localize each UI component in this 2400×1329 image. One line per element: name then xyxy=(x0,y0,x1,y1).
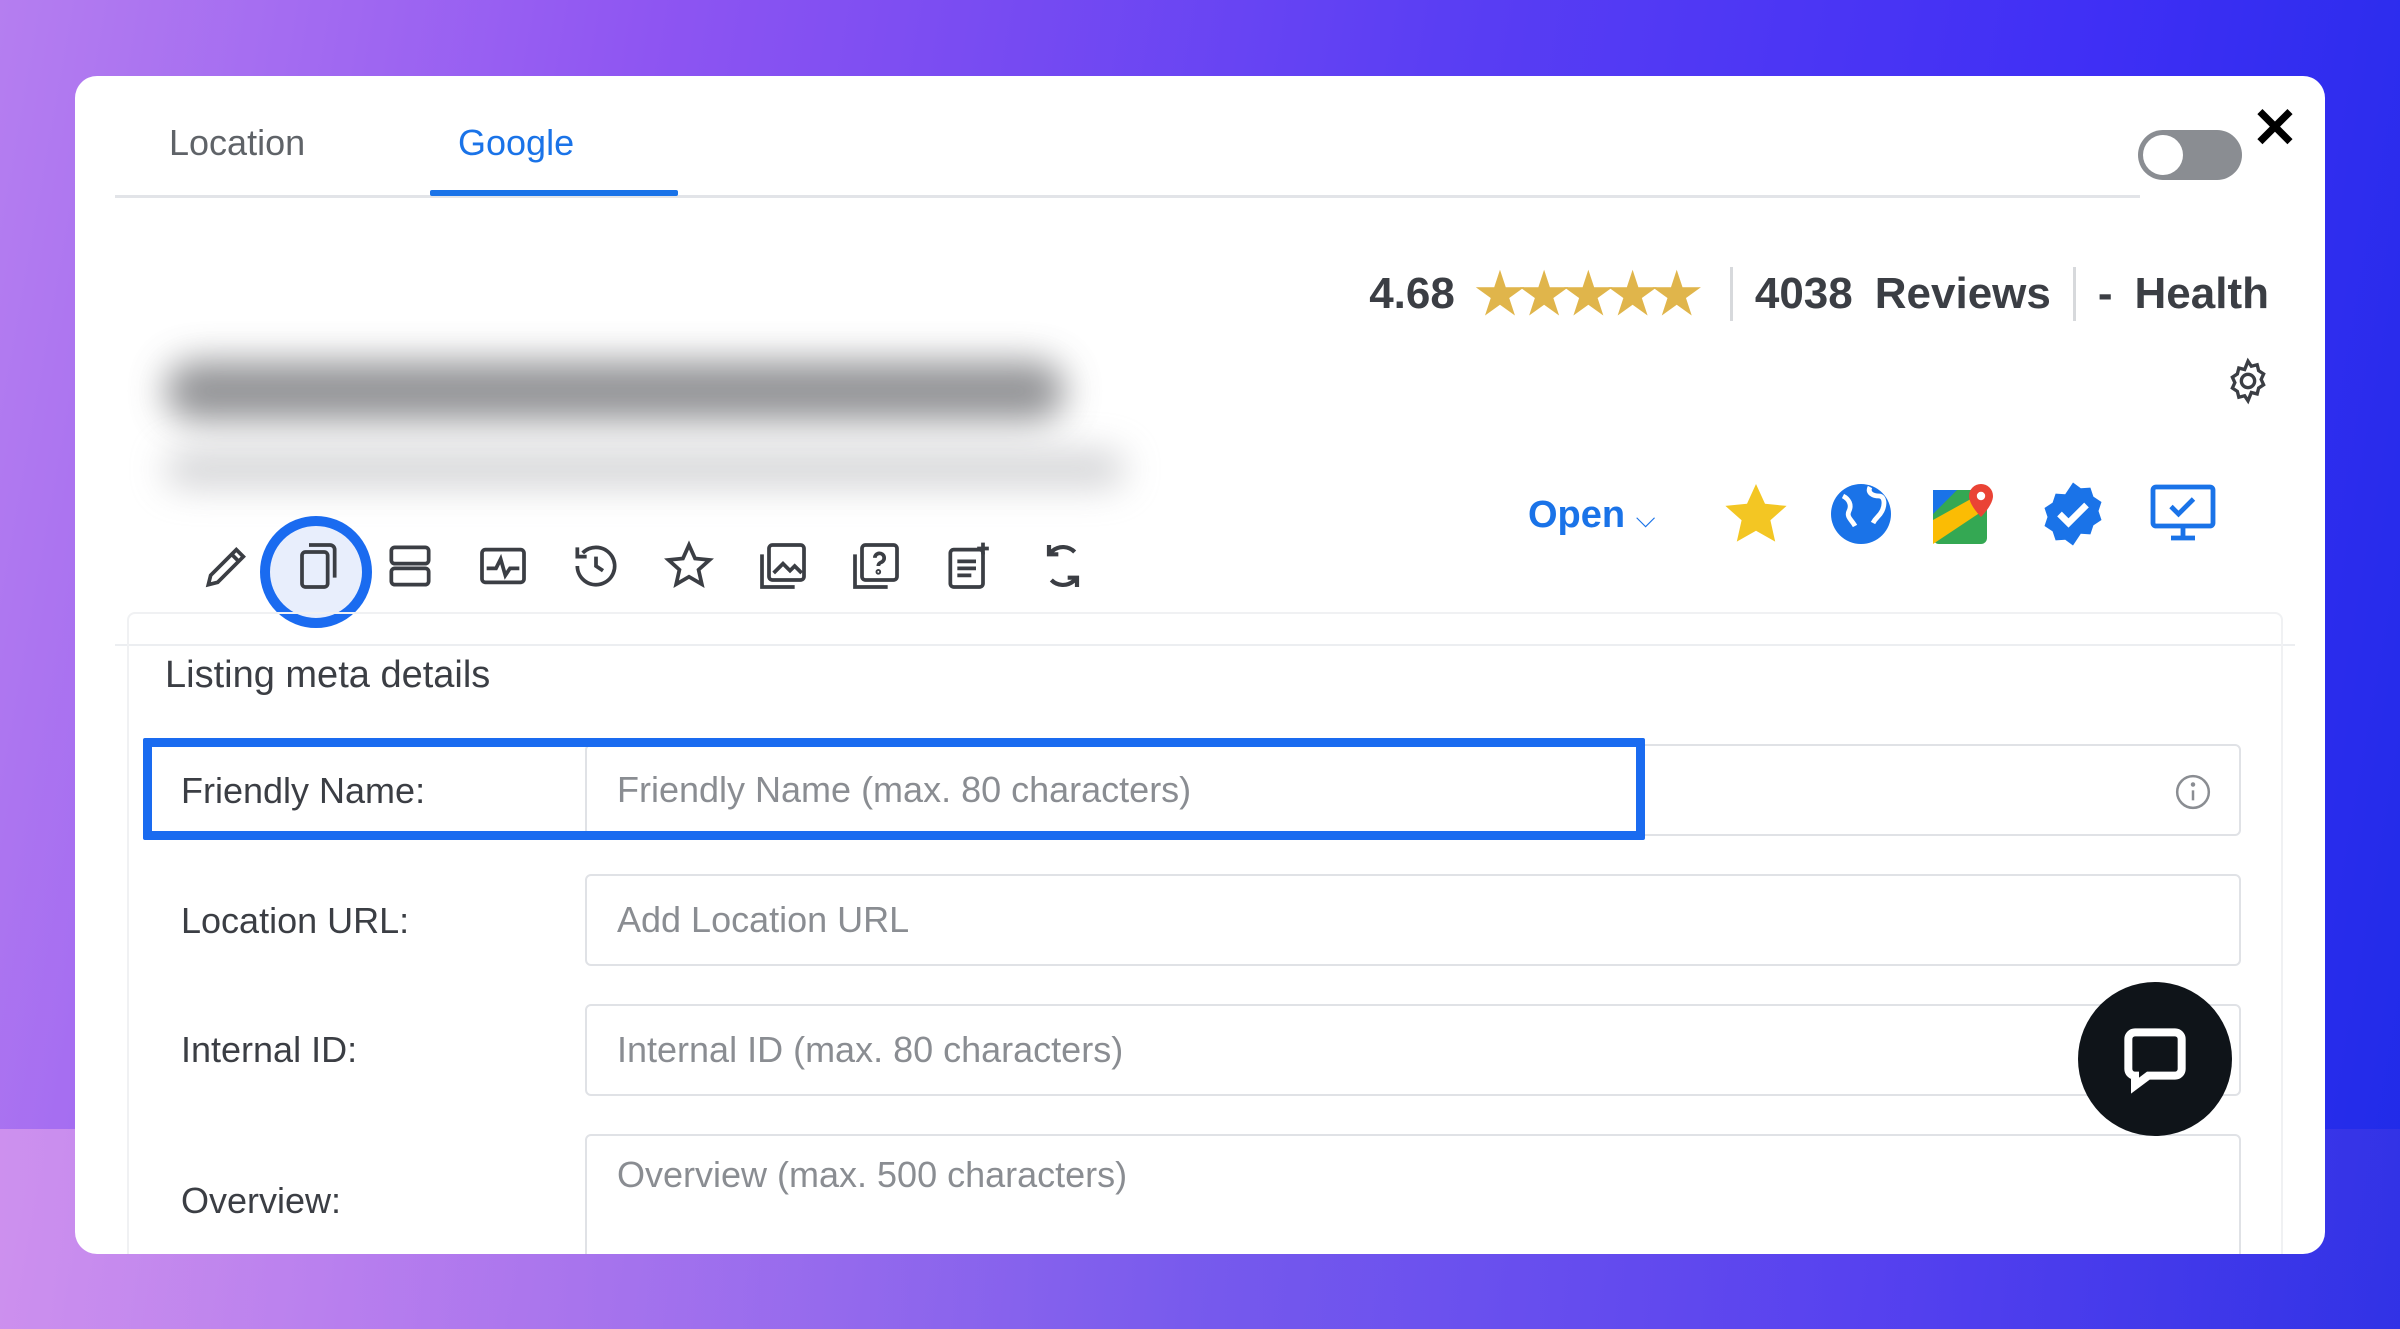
open-dropdown-label: Open xyxy=(1528,494,1626,536)
activity-icon[interactable] xyxy=(475,538,531,594)
tab-google[interactable]: Google xyxy=(458,122,574,164)
verified-badge-icon[interactable] xyxy=(2037,478,2109,550)
star-icon: ★ xyxy=(1563,262,1613,325)
chevron-down-icon: ⌵ xyxy=(1635,503,1656,533)
rating-value: 4.68 xyxy=(1369,269,1455,318)
tab-bar: Location Google xyxy=(115,76,2140,198)
star-icon: ★ xyxy=(1519,262,1569,325)
google-maps-icon[interactable] xyxy=(1927,478,1999,550)
star-icon: ★ xyxy=(1607,262,1657,325)
tab-location[interactable]: Location xyxy=(169,122,305,164)
post-icon[interactable] xyxy=(941,538,997,594)
star-icon: ★ xyxy=(1651,262,1702,325)
history-icon[interactable] xyxy=(568,538,624,594)
copy-icon[interactable] xyxy=(288,538,344,594)
location-url-input[interactable] xyxy=(585,874,2241,966)
location-url-label: Location URL: xyxy=(181,900,410,941)
open-dropdown[interactable]: Open ⌵ xyxy=(1528,494,1655,537)
listing-modal: Location Google ✕ 4.68 ★ ★ ★ ★ ★ 4038 Re… xyxy=(75,76,2325,1254)
star-icon[interactable] xyxy=(1720,478,1792,550)
reviews-label: Reviews xyxy=(1874,269,2051,318)
listing-toggle[interactable] xyxy=(2138,130,2242,180)
toggle-knob xyxy=(2143,135,2183,175)
rating-stars: ★ ★ ★ ★ ★ xyxy=(1474,262,1702,325)
separator xyxy=(2072,267,2076,321)
question-icon[interactable] xyxy=(848,538,904,594)
sync-icon[interactable] xyxy=(1035,538,1091,594)
active-tab-indicator xyxy=(430,190,678,196)
separator xyxy=(1729,267,1733,321)
pencil-icon[interactable] xyxy=(199,538,255,594)
internal-id-label: Internal ID: xyxy=(181,1029,358,1070)
gear-icon[interactable] xyxy=(2223,356,2273,406)
reviews-count: 4038 xyxy=(1754,269,1853,318)
internal-id-input[interactable] xyxy=(585,1004,2241,1096)
chat-icon xyxy=(2124,1028,2186,1094)
info-icon[interactable] xyxy=(2173,772,2213,812)
health-prefix: - xyxy=(2097,269,2113,318)
friendly-name-highlight xyxy=(143,738,1645,840)
rating-summary: 4.68 ★ ★ ★ ★ ★ 4038 Reviews - Health xyxy=(1369,266,2269,322)
monitor-check-icon[interactable] xyxy=(2147,478,2219,550)
blurred-name xyxy=(165,361,1065,421)
overview-textarea[interactable] xyxy=(585,1134,2241,1254)
blurred-address xyxy=(165,451,1125,487)
health-label: Health xyxy=(2134,269,2269,318)
business-name-blurred xyxy=(125,261,1125,501)
rows-icon[interactable] xyxy=(382,538,438,594)
star-outline-icon[interactable] xyxy=(661,538,717,594)
star-icon: ★ xyxy=(1474,262,1525,325)
close-button[interactable]: ✕ xyxy=(2245,98,2305,158)
chat-button[interactable] xyxy=(2078,982,2232,1136)
image-icon[interactable] xyxy=(755,538,811,594)
card-title: Listing meta details xyxy=(165,654,491,696)
overview-label: Overview: xyxy=(181,1180,342,1221)
globe-icon[interactable] xyxy=(1825,478,1897,550)
